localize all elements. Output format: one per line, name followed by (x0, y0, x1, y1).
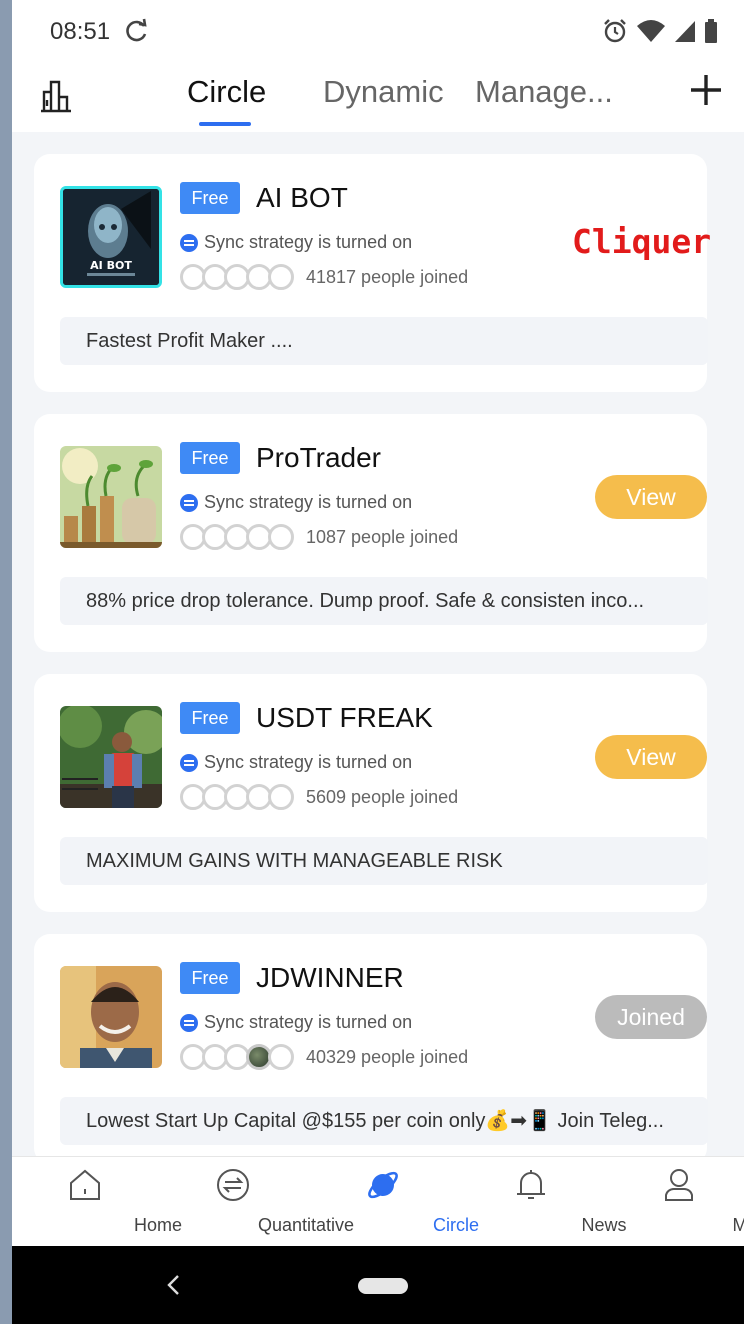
back-icon[interactable] (164, 1272, 182, 1298)
status-bar: 08:51 (12, 0, 744, 64)
card-title: ProTrader (256, 442, 382, 473)
member-avatar-icon (268, 264, 294, 290)
status-time: 08:51 (50, 18, 111, 45)
sync-strategy-icon (180, 493, 198, 512)
signal-icon (675, 21, 695, 42)
sync-status: Sync strategy is turned on (180, 492, 412, 513)
coins-plant-image (60, 446, 162, 548)
card-description: Lowest Start Up Capital @$155 per coin o… (60, 1097, 708, 1145)
view-button[interactable]: View (595, 475, 707, 519)
bar-chart-icon[interactable] (38, 78, 74, 114)
nav-mine[interactable]: Mine (606, 1157, 744, 1247)
free-badge: Free (180, 182, 240, 214)
circle-card[interactable]: Free USDT FREAK Sync strategy is turned … (34, 674, 708, 912)
joined-count: 40329 people joined (306, 1046, 469, 1067)
wifi-icon (637, 20, 665, 42)
sync-status: Sync strategy is turned on (180, 232, 412, 253)
home-pill[interactable] (358, 1278, 408, 1294)
bottom-nav: Home Quantitative Circle News M (12, 1156, 744, 1246)
person-photo-image (60, 966, 162, 1068)
nav-quantitative[interactable]: Quantitative (160, 1157, 354, 1247)
sync-icon (126, 18, 147, 42)
joined-count: 1087 people joined (306, 526, 459, 547)
sync-strategy-icon (180, 1013, 198, 1032)
planet-icon (368, 1171, 398, 1199)
member-avatar-icon (268, 1044, 294, 1070)
plus-icon[interactable] (688, 72, 724, 108)
app-screen: 08:51 Circle Dynamic Manage... AI BOT Fr… (12, 0, 744, 1324)
avatar (60, 706, 162, 808)
alarm-icon (604, 19, 626, 43)
sync-text: Sync strategy is turned on (204, 232, 413, 252)
tab-manage[interactable]: Manage... (475, 74, 613, 110)
free-badge: Free (180, 442, 240, 474)
sync-text: Sync strategy is turned on (204, 752, 413, 772)
joined-info: 40329 people joined (180, 1044, 468, 1070)
member-avatar-icon (268, 784, 294, 810)
circle-card[interactable]: Free ProTrader Sync strategy is turned o… (34, 414, 708, 652)
circle-card[interactable]: Free JDWINNER Sync strategy is turned on… (34, 934, 708, 1164)
system-nav-bar (12, 1246, 744, 1324)
avatar (60, 446, 162, 548)
joined-info: 5609 people joined (180, 784, 458, 810)
sync-text: Sync strategy is turned on (204, 492, 413, 512)
view-button[interactable]: View (595, 735, 707, 779)
tab-circle[interactable]: Circle (187, 74, 266, 110)
card-title: JDWINNER (256, 962, 404, 993)
free-badge: Free (180, 962, 240, 994)
sync-status: Sync strategy is turned on (180, 1012, 412, 1033)
joined-count: 5609 people joined (306, 786, 459, 807)
nav-label: Mine (732, 1215, 744, 1235)
joined-info: 1087 people joined (180, 524, 458, 550)
free-badge: Free (180, 702, 240, 734)
circle-card[interactable]: AI BOT Free AI BOT Sync strategy is turn… (34, 154, 708, 392)
nav-circle[interactable]: Circle (310, 1157, 479, 1247)
card-description: MAXIMUM GAINS WITH MANAGEABLE RISK (60, 837, 708, 885)
click-annotation: Cliquer (572, 222, 712, 261)
member-avatar-icon (268, 524, 294, 550)
card-title: AI BOT (256, 182, 348, 213)
exchange-icon (217, 1169, 249, 1201)
sync-strategy-icon (180, 753, 198, 772)
joined-count: 41817 people joined (306, 266, 469, 287)
user-icon (665, 1169, 693, 1201)
avatar (60, 966, 162, 1068)
joined-info: 41817 people joined (180, 264, 468, 290)
status-icons (602, 18, 718, 44)
card-title: USDT FREAK (256, 702, 433, 733)
top-nav: Circle Dynamic Manage... (12, 64, 744, 132)
bell-icon (517, 1170, 545, 1199)
nav-home[interactable]: Home (12, 1157, 182, 1247)
active-tab-indicator (199, 122, 251, 126)
avatar-caption: AI BOT (90, 259, 132, 272)
person-photo-image (60, 706, 162, 808)
sync-strategy-icon (180, 233, 198, 252)
sync-status: Sync strategy is turned on (180, 752, 412, 773)
avatar: AI BOT (60, 186, 162, 288)
tab-dynamic[interactable]: Dynamic (323, 74, 444, 110)
joined-button[interactable]: Joined (595, 995, 707, 1039)
robot-face-image: AI BOT (63, 189, 159, 285)
battery-icon (705, 19, 717, 43)
nav-news[interactable]: News (458, 1157, 627, 1247)
sync-text: Sync strategy is turned on (204, 1012, 413, 1032)
card-description: 88% price drop tolerance. Dump proof. Sa… (60, 577, 708, 625)
home-icon (70, 1169, 100, 1200)
card-description: Fastest Profit Maker .... (60, 317, 708, 365)
